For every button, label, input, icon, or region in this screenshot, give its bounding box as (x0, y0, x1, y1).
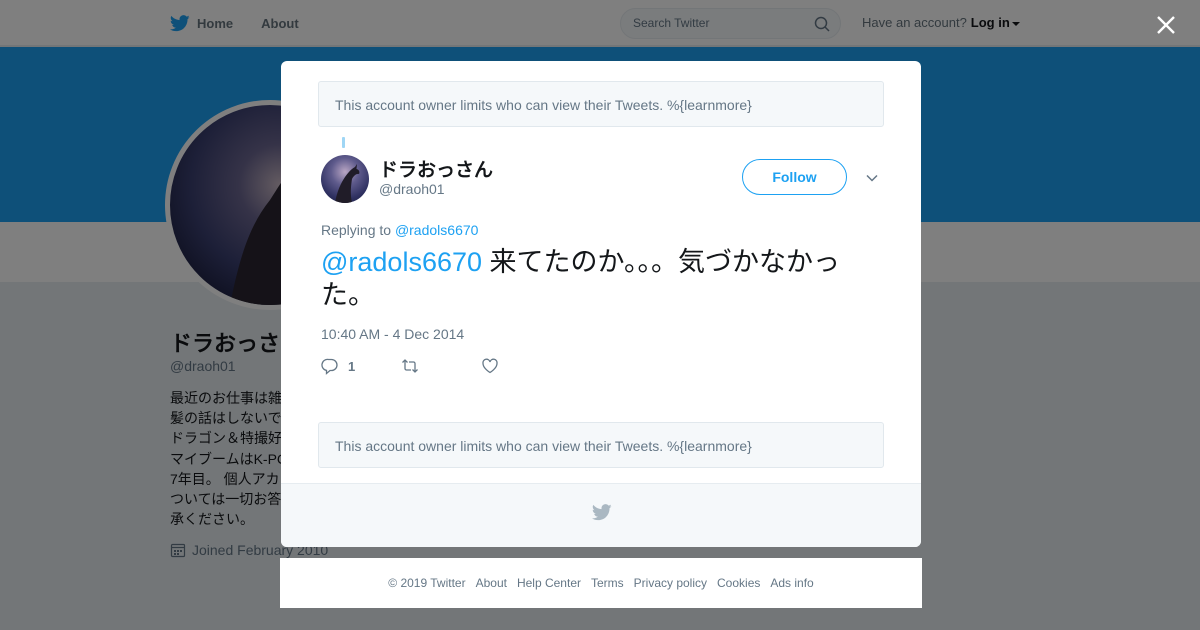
protected-notice-bottom: This account owner limits who can view t… (318, 422, 884, 468)
page-footer: © 2019 Twitter About Help Center Terms P… (280, 558, 922, 608)
footer-link-cookies[interactable]: Cookies (717, 576, 760, 590)
close-icon[interactable] (1154, 13, 1178, 37)
footer-copyright: © 2019 Twitter (388, 576, 466, 590)
protected-notice-top: This account owner limits who can view t… (318, 81, 884, 127)
dragon-avatar-image (335, 164, 360, 203)
thread-connector (342, 137, 345, 148)
tweet-author-name[interactable]: ドラおっさん (379, 155, 493, 182)
follow-button[interactable]: Follow (742, 159, 847, 195)
retweet-action[interactable] (401, 357, 481, 375)
like-icon (482, 358, 498, 374)
tweet-mention-link[interactable]: @radols6670 (321, 247, 482, 277)
retweet-icon (402, 359, 418, 373)
replying-to-link[interactable]: @radols6670 (395, 222, 479, 238)
tweet-actions: 1 (321, 357, 499, 375)
footer-link-about[interactable]: About (476, 576, 507, 590)
tweet-timestamp[interactable]: 10:40 AM - 4 Dec 2014 (321, 326, 464, 342)
tweet-avatar[interactable] (321, 155, 369, 203)
footer-link-help[interactable]: Help Center (517, 576, 581, 590)
reply-count: 1 (348, 358, 356, 374)
tweet-modal: This account owner limits who can view t… (281, 61, 921, 547)
replying-prefix: Replying to (321, 222, 392, 238)
tweet-text: @radols6670 来てたのか。。。気づかなかった。 (321, 246, 881, 312)
modal-footer (281, 483, 921, 547)
footer-link-ads[interactable]: Ads info (770, 576, 813, 590)
footer-link-terms[interactable]: Terms (591, 576, 624, 590)
reply-action[interactable]: 1 (321, 357, 401, 375)
twitter-bird-icon (592, 504, 612, 521)
footer-link-privacy[interactable]: Privacy policy (634, 576, 707, 590)
tweet-author-handle[interactable]: @draoh01 (379, 181, 445, 197)
chevron-down-icon[interactable] (865, 171, 879, 185)
replying-to: Replying to @radols6670 (321, 222, 478, 238)
like-action[interactable] (481, 357, 499, 375)
reply-icon (321, 358, 338, 375)
